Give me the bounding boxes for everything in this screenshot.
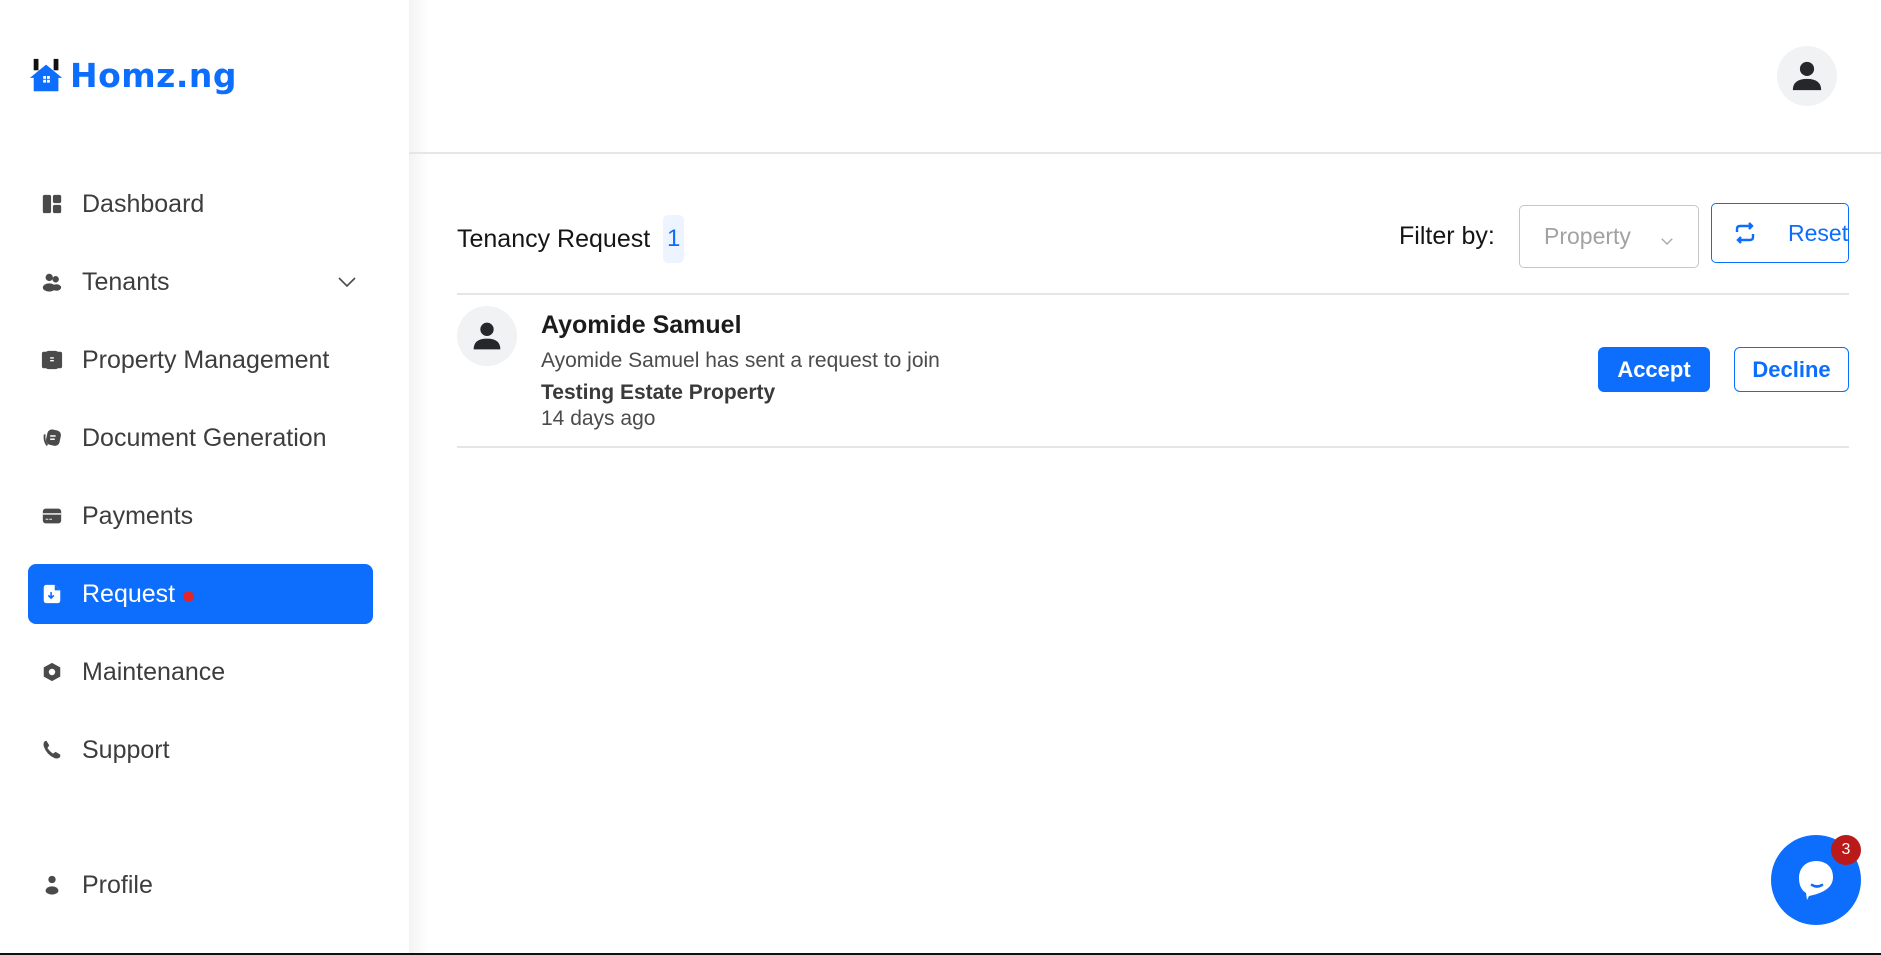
chevron-down-icon [1658,229,1676,247]
sidebar-item-property-management[interactable]: Property Management [28,330,373,390]
top-header [409,0,1881,154]
sidebar-item-payments[interactable]: Payments [28,486,373,546]
property-filter-placeholder: Property [1544,223,1631,249]
phone-icon [40,738,64,762]
request-property-name: Testing Estate Property [541,381,776,404]
sidebar-item-label: Tenants [82,267,170,296]
card-icon [40,504,64,528]
user-avatar-icon [473,322,501,350]
sidebar-item-label: Maintenance [82,657,226,686]
requester-name: Ayomide Samuel [541,311,742,339]
notification-dot [183,590,195,602]
sidebar-item-request[interactable]: Request [28,564,373,624]
request-message: Ayomide Samuel has sent a request to joi… [541,345,961,409]
user-avatar-button[interactable] [1777,46,1837,106]
page-title: Tenancy Request [457,224,651,253]
brand-name: Homz.ng [70,56,238,95]
chat-unread-badge: 3 [1831,835,1861,865]
list-divider-top [457,293,1849,295]
sidebar-item-label: Dashboard [82,189,205,218]
chevron-down-icon[interactable] [335,270,359,294]
requester-avatar [457,306,517,366]
sidebar-item-label: Document Generation [82,423,327,452]
accept-button[interactable]: Accept [1598,347,1710,392]
file-download-icon [40,582,64,606]
list-divider-bottom [457,446,1849,448]
dashboard-icon [40,192,64,216]
chat-bubble-icon [1799,861,1833,900]
reset-label: Reset [1788,219,1849,246]
person-icon [40,873,64,897]
user-avatar-icon [1792,61,1822,91]
sidebar-item-label: Property Management [82,345,330,374]
sidebar-item-label: Profile [82,870,153,899]
decline-button[interactable]: Decline [1734,347,1849,392]
sidebar-item-support[interactable]: Support [28,720,373,780]
sidebar-item-label: Payments [82,501,194,530]
document-icon [40,426,64,450]
request-timestamp: 14 days ago [541,407,656,430]
property-filter-select[interactable]: Property [1519,205,1699,268]
page-title-bar: Tenancy Request 1 [457,215,685,263]
building-icon [40,348,64,372]
refresh-arrows-icon [1732,220,1758,246]
users-icon [40,270,64,294]
nut-icon [40,660,64,684]
request-count-badge: 1 [663,215,685,263]
sidebar-item-maintenance[interactable]: Maintenance [28,642,373,702]
filter-label: Filter by: [1399,222,1495,250]
sidebar-item-profile[interactable]: Profile [28,855,373,915]
sidebar-item-document-generation[interactable]: Document Generation [28,408,373,468]
sidebar: Homz.ng Dashboard Tenants Property Manag… [0,0,409,955]
sidebar-item-label: Request [82,579,176,608]
house-logo-icon [29,58,63,91]
sidebar-item-dashboard[interactable]: Dashboard [28,174,373,234]
sidebar-item-tenants[interactable]: Tenants [28,252,373,312]
reset-button[interactable]: Reset [1711,203,1849,263]
brand-logo[interactable]: Homz.ng [28,56,237,95]
sidebar-item-label: Support [82,735,170,764]
request-message-text: Ayomide Samuel has sent a request to joi… [541,349,940,372]
